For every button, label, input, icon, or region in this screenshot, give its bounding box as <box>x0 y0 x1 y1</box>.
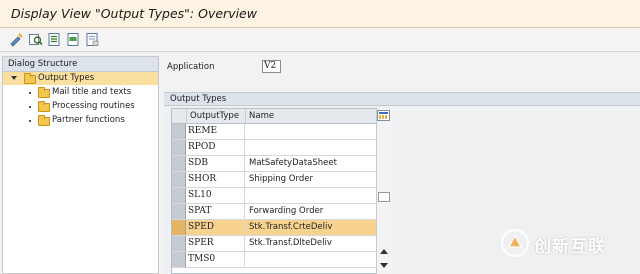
select-all-icon[interactable] <box>47 32 62 47</box>
tree-bullet-icon <box>29 92 31 94</box>
name-cell <box>246 140 391 155</box>
output-type-cell: SPER <box>186 236 245 251</box>
table-row[interactable]: RPOD <box>172 140 391 156</box>
page-title: Display View "Output Types": Overview <box>11 6 257 21</box>
name-cell: MatSafetyDataSheet <box>249 158 337 168</box>
folder-icon <box>24 73 36 84</box>
row-selector[interactable] <box>172 252 186 267</box>
expand-triangle-icon[interactable] <box>11 76 17 80</box>
dialog-structure-panel: Dialog Structure Output Types Mail title… <box>2 56 159 274</box>
select-all-rows-cell[interactable] <box>172 109 187 124</box>
row-selector[interactable] <box>172 124 186 139</box>
other-view-icon[interactable] <box>28 32 43 47</box>
folder-icon <box>38 115 50 126</box>
row-selector[interactable] <box>172 156 186 171</box>
dialog-structure-header: Dialog Structure <box>3 57 158 72</box>
table-row[interactable]: TMS0 <box>172 252 391 268</box>
output-types-section-header: Output Types <box>164 92 640 106</box>
row-selector[interactable] <box>172 204 186 219</box>
row-selector[interactable] <box>172 236 186 251</box>
table-row[interactable]: SHOR Shipping Order <box>172 172 391 188</box>
table-row[interactable]: SDB MatSafetyDataSheet <box>172 156 391 172</box>
column-header-name[interactable]: Name <box>246 109 391 124</box>
tree-item-label: Partner functions <box>52 115 125 125</box>
tree-item-label: Mail title and texts <box>52 87 132 97</box>
row-selector[interactable] <box>172 220 186 235</box>
output-type-cell: SPED <box>186 220 245 235</box>
output-type-cell: TMS0 <box>186 252 245 267</box>
folder-icon <box>38 101 50 112</box>
name-cell <box>246 124 391 139</box>
folder-icon <box>38 87 50 98</box>
name-cell: Forwarding Order <box>249 206 324 216</box>
row-selector[interactable] <box>172 140 186 155</box>
title-bar: Display View "Output Types": Overview <box>0 0 640 28</box>
scroll-down-arrow-icon[interactable] <box>380 263 388 268</box>
watermark-logo: 创新互联 <box>500 228 636 258</box>
tree-item-label: Processing routines <box>52 101 135 111</box>
deselect-all-icon[interactable] <box>85 32 100 47</box>
name-cell <box>246 252 391 267</box>
row-selector[interactable] <box>172 188 186 203</box>
output-type-cell: SPAT <box>186 204 245 219</box>
name-cell: Stk.Transf.CrteDeliv <box>249 222 333 232</box>
table-row[interactable]: SPAT Forwarding Order <box>172 204 391 220</box>
output-type-cell: SDB <box>186 156 245 171</box>
column-header-output-type[interactable]: OutputType <box>187 109 246 124</box>
watermark-logo-icon <box>500 228 530 258</box>
row-selector[interactable] <box>172 172 186 187</box>
output-type-cell: SHOR <box>186 172 245 187</box>
output-type-cell: RPOD <box>186 140 245 155</box>
output-types-table: OutputType Name REME RPOD SDB MatSafetyD… <box>171 108 391 274</box>
output-type-cell: REME <box>186 124 245 139</box>
tree-bullet-icon <box>29 106 31 108</box>
scrollbar-thumb[interactable] <box>378 192 390 202</box>
application-toolbar <box>0 28 640 52</box>
application-field[interactable]: V2 <box>262 60 281 73</box>
application-label: Application <box>167 62 215 72</box>
select-block-icon[interactable] <box>66 32 81 47</box>
table-header: OutputType Name <box>172 109 391 124</box>
display-change-icon[interactable] <box>9 32 24 47</box>
table-row[interactable]: REME <box>172 124 391 140</box>
tree-item-label: Output Types <box>38 73 95 83</box>
table-row[interactable]: SPER Stk.Transf.DlteDeliv <box>172 236 391 252</box>
tree-item-mail-title-texts[interactable]: Mail title and texts <box>3 86 158 99</box>
output-type-cell: SL10 <box>186 188 245 203</box>
column-settings-icon[interactable] <box>377 110 390 121</box>
watermark-text: 创新互联 <box>534 237 606 257</box>
table-row[interactable]: SL10 <box>172 188 391 204</box>
scroll-up-arrow-icon[interactable] <box>380 249 388 254</box>
table-row-selected[interactable]: SPED Stk.Transf.CrteDeliv <box>172 220 391 236</box>
tree-item-output-types[interactable]: Output Types <box>3 72 158 85</box>
name-cell <box>246 188 391 203</box>
name-cell: Stk.Transf.DlteDeliv <box>249 238 332 248</box>
tree-item-partner-functions[interactable]: Partner functions <box>3 114 158 127</box>
tree-bullet-icon <box>29 120 31 122</box>
name-cell: Shipping Order <box>249 174 313 184</box>
tree-item-processing-routines[interactable]: Processing routines <box>3 100 158 113</box>
